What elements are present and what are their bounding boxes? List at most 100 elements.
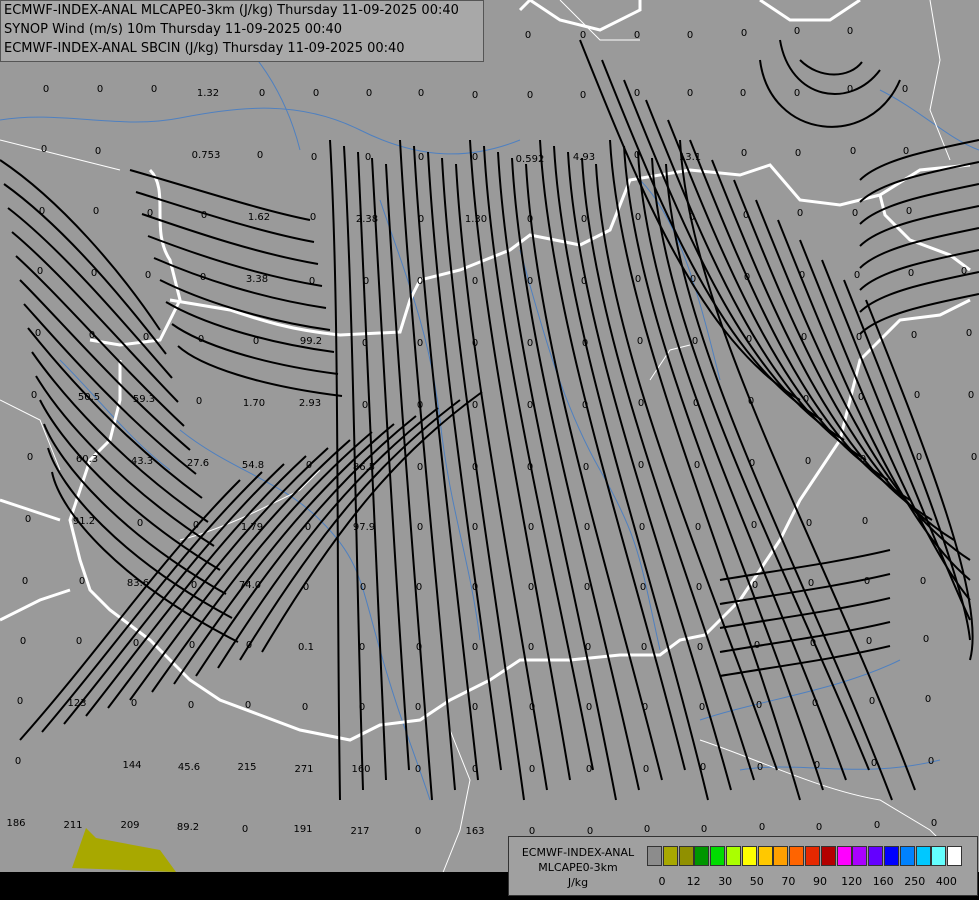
value-label: 0: [472, 522, 478, 533]
value-label: 0: [257, 150, 263, 161]
legend-swatch: [741, 846, 757, 866]
value-label: 163: [465, 826, 484, 837]
value-label: 0: [527, 462, 533, 473]
value-label: 191: [293, 824, 312, 835]
value-label: 86.5: [353, 462, 375, 473]
streamline: [719, 621, 891, 653]
value-label: 0: [193, 520, 199, 531]
value-label: 144: [122, 760, 141, 771]
value-label: 0: [902, 84, 908, 95]
value-label: 0: [472, 642, 478, 653]
value-label: 50.5: [78, 392, 100, 403]
value-label: 0: [528, 642, 534, 653]
value-label: 0: [527, 90, 533, 101]
value-label: 0: [246, 640, 252, 651]
value-label: 0: [923, 634, 929, 645]
value-label: 0: [143, 332, 149, 343]
legend-tick-label: 50: [749, 875, 764, 888]
streamline: [755, 199, 971, 561]
value-label: 0: [847, 84, 853, 95]
value-label: 0: [642, 702, 648, 713]
streamline: [41, 471, 263, 733]
value-label: 123: [67, 698, 86, 709]
value-label: 0: [580, 90, 586, 101]
legend-swatch: [899, 846, 915, 866]
legend-swatch: [710, 846, 726, 866]
value-label: 0: [472, 764, 478, 775]
map-view[interactable]: 0 0 0 1.32 0 0 0 0 0 0 0 0 0 0 0 0 0 0 0 0 0 0 0 0 0 0 0 0 0.753 0 0 0 0…: [0, 0, 979, 900]
value-label: 0: [749, 458, 755, 469]
streamline: [637, 151, 847, 781]
value-label: 45.6: [178, 762, 200, 773]
value-label: 0: [814, 760, 820, 771]
value-label: 0: [584, 582, 590, 593]
value-label: 91.2: [73, 516, 95, 527]
value-label: 0: [856, 332, 862, 343]
value-label: 271: [294, 764, 313, 775]
legend-swatch: [647, 846, 662, 866]
value-label: 0: [196, 396, 202, 407]
value-label: 0: [847, 26, 853, 37]
value-label: 0: [743, 210, 749, 221]
streamline: [239, 399, 461, 661]
value-label: 0: [15, 756, 21, 767]
value-label: 0: [582, 400, 588, 411]
value-label: 0.592: [516, 154, 545, 165]
value-label: 0: [417, 400, 423, 411]
header-line-cin: ECMWF-INDEX-ANAL SBCIN (J/kg) Thursday 1…: [4, 41, 405, 56]
value-label: 0: [805, 456, 811, 467]
value-label: 0: [309, 276, 315, 287]
value-label: 0: [585, 642, 591, 653]
value-label: 0: [583, 462, 589, 473]
streamline: [129, 439, 351, 701]
value-label: 215: [237, 762, 256, 773]
value-label: 0: [472, 462, 478, 473]
value-label: 0: [472, 702, 478, 713]
value-label: 0: [191, 580, 197, 591]
value-label: 0: [200, 272, 206, 283]
value-label: 0: [971, 452, 977, 463]
value-label: 0: [528, 522, 534, 533]
value-label: 0: [794, 26, 800, 37]
legend-tick-label: 90: [813, 875, 827, 888]
value-label: 0: [850, 146, 856, 157]
value-label: 211: [63, 820, 82, 831]
value-label: 0: [812, 698, 818, 709]
value-label: 0: [852, 208, 858, 219]
value-label: 97.9: [353, 522, 375, 533]
legend-title-source: ECMWF-INDEX-ANAL: [521, 846, 635, 859]
legend-tick-label: 12: [686, 875, 701, 888]
streamline: [689, 139, 911, 501]
value-label: 0: [801, 332, 807, 343]
value-label: 0: [914, 390, 920, 401]
value-label: 0: [864, 576, 870, 587]
value-label: 0: [748, 396, 754, 407]
color-legend: ECMWF-INDEX-ANAL MLCAPE0-3km J/kg 0 12 30 5…: [508, 836, 978, 896]
value-label: 0: [689, 212, 695, 223]
value-label: 0: [911, 330, 917, 341]
value-label: 59.3: [133, 394, 155, 405]
legend-swatch: [678, 846, 694, 866]
value-label: 0: [37, 266, 43, 277]
streamline: [623, 79, 845, 441]
value-label: 0: [816, 822, 822, 833]
legend-swatch: [836, 846, 852, 866]
value-label: 0: [310, 212, 316, 223]
value-label: 0: [416, 642, 422, 653]
value-label: 0: [643, 764, 649, 775]
value-label: 0: [690, 274, 696, 285]
value-label: 0: [862, 516, 868, 527]
value-label: 0: [472, 276, 478, 287]
value-label: 0: [417, 462, 423, 473]
value-label: 0: [644, 824, 650, 835]
legend-swatch: [852, 846, 868, 866]
value-label: 0: [527, 214, 533, 225]
value-label: 0: [903, 146, 909, 157]
value-label: 83.6: [127, 578, 149, 589]
legend-swatch: [773, 846, 789, 866]
value-label: 99.2: [300, 336, 322, 347]
value-label: 0: [925, 694, 931, 705]
value-label: 0: [634, 88, 640, 99]
value-label: 0: [693, 398, 699, 409]
value-label: 0: [415, 702, 421, 713]
